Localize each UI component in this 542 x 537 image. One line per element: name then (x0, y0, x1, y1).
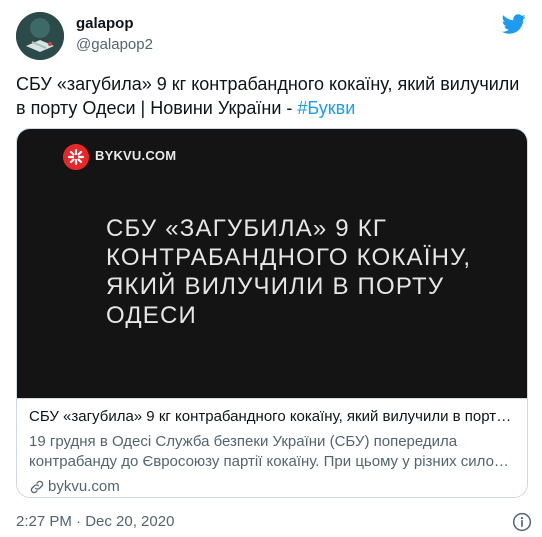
card-divider (17, 398, 527, 399)
card-image[interactable]: BYKVU.COM СБУ «ЗАГУБИЛА» 9 КГ КОНТРАБАНД… (17, 129, 527, 398)
avatar[interactable] (16, 12, 64, 60)
timestamp[interactable]: 2:27 PM · Dec 20, 2020 (16, 513, 174, 530)
card-title[interactable]: СБУ «загубила» 9 кг контрабандного кокаї… (29, 407, 515, 427)
author-name[interactable]: galapop (76, 15, 134, 32)
card-image-headline: СБУ «ЗАГУБИЛА» 9 КГ КОНТРАБАНДНОГО КОКАЇ… (106, 215, 472, 329)
twitter-bird-icon[interactable] (502, 12, 526, 36)
card-description-line-2: контрабанду до Євросоюзу партії кокаїну.… (29, 453, 515, 470)
site-name: BYKVU.COM (95, 148, 177, 163)
card-meta[interactable]: СБУ «загубила» 9 кг контрабандного кокаї… (29, 407, 515, 497)
hashtag-link[interactable]: #Букви (297, 98, 355, 118)
tweet-body: СБУ «загубила» 9 кг контрабандного кокаї… (16, 74, 520, 118)
embedded-tweet: galapop @galapop2 СБУ «загубила» 9 кг ко… (0, 0, 542, 537)
bykvu-logo-icon (63, 144, 89, 170)
card-description-line-1: 19 грудня в Одесі Служба безпеки України… (29, 433, 458, 450)
card-domain[interactable]: bykvu.com (29, 477, 515, 497)
info-icon[interactable] (512, 512, 532, 532)
card-domain-text: bykvu.com (48, 478, 120, 495)
link-icon (30, 480, 44, 494)
author-handle[interactable]: @galapop2 (76, 36, 153, 53)
card-description: 19 грудня в Одесі Служба безпеки України… (29, 432, 515, 472)
link-preview-card[interactable]: BYKVU.COM СБУ «ЗАГУБИЛА» 9 КГ КОНТРАБАНД… (16, 128, 528, 498)
tweet-text: СБУ «загубила» 9 кг контрабандного кокаї… (16, 72, 528, 120)
